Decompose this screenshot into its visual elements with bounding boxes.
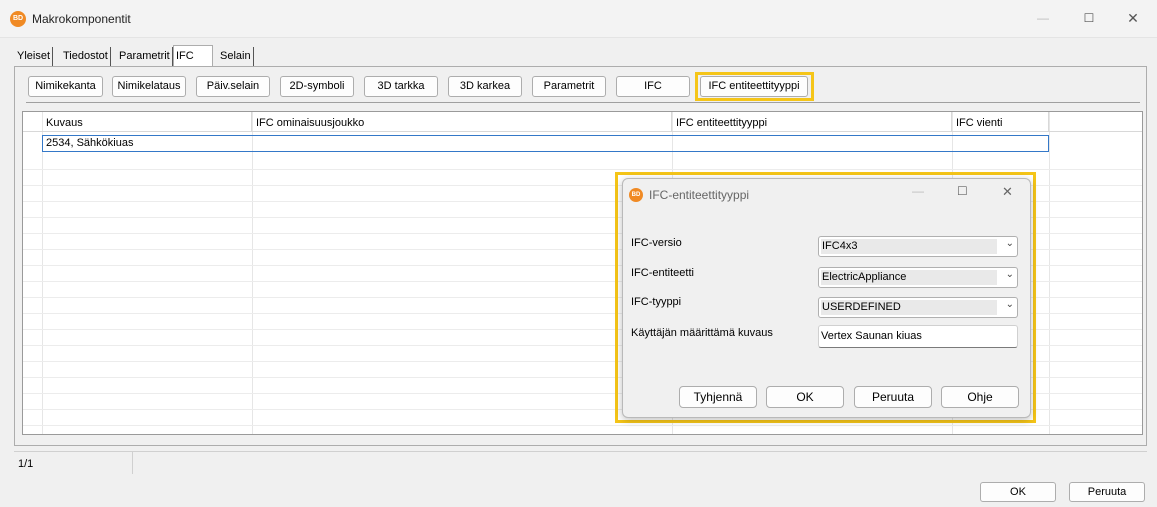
maximize-button[interactable]: ☐ [1066,0,1112,36]
tab-ifc[interactable]: IFC [173,45,213,66]
column-header-ifc-ominaisuusjoukko[interactable]: IFC ominaisuusjoukko [252,112,672,132]
help-button[interactable]: Ohje [941,386,1019,408]
chevron-down-icon: ⌄ [1005,269,1014,280]
cancel-button[interactable]: Peruuta [1069,482,1145,502]
ifc-type-label: IFC-tyyppi [631,296,682,308]
tab-selain[interactable]: Selain [218,47,254,66]
app-logo-icon: BD [10,11,26,27]
ifc-button[interactable]: IFC [616,76,690,97]
cell-ifc-vienti[interactable] [952,136,1048,151]
ifc-entity-label: IFC-entiteetti [631,267,694,279]
chevron-down-icon: ⌄ [1005,238,1014,249]
tab-parametrit[interactable]: Parametrit [117,47,173,66]
ifc-entity-value: ElectricAppliance [821,270,997,285]
column-header-kuvaus[interactable]: Kuvaus [42,112,252,132]
paiv-selain-button[interactable]: Päiv.selain [196,76,270,97]
page-indicator: 1/1 [18,458,34,470]
parametrit-button[interactable]: Parametrit [532,76,606,97]
dialog-ok-button[interactable]: OK [766,386,844,408]
column-header-ifc-entiteettityyppi[interactable]: IFC entiteettityyppi [672,112,952,132]
toolbar-separator [26,102,1140,103]
cell-ifc-ominaisuusjoukko[interactable] [252,136,672,151]
tab-yleiset[interactable]: Yleiset [15,47,54,66]
user-description-input[interactable]: Vertex Saunan kiuas [818,325,1018,348]
2d-symboli-button[interactable]: 2D-symboli [280,76,354,97]
ifc-type-value: USERDEFINED [821,300,997,315]
dialog-title: IFC-entiteettityyppi [649,188,750,202]
dialog-logo-icon: BD [629,188,643,202]
cell-kuvaus[interactable]: 2534, Sähkökiuas [43,136,252,151]
toolbar-highlight-frame [695,72,814,101]
window-title: Makrokomponentit [32,12,131,26]
status-bar: 1/1 [14,451,1147,474]
ifc-version-select[interactable]: IFC4x3 ⌄ [818,236,1018,257]
ifc-entity-select[interactable]: ElectricAppliance ⌄ [818,267,1018,288]
ok-button[interactable]: OK [980,482,1056,502]
table-row[interactable]: 2534, Sähkökiuas [42,135,1049,152]
ifc-entity-type-dialog: BD IFC-entiteettityyppi — ☐ ✕ IFC-versio… [622,178,1031,418]
clear-button[interactable]: Tyhjennä [679,386,757,408]
title-bar: BD Makrokomponentit — ☐ ✕ [0,0,1157,38]
3d-karkea-button[interactable]: 3D karkea [448,76,522,97]
dialog-maximize-button[interactable]: ☐ [957,184,968,198]
nimikelataus-button[interactable]: Nimikelataus [112,76,186,97]
minimize-button[interactable]: — [1020,0,1066,36]
3d-tarkka-button[interactable]: 3D tarkka [364,76,438,97]
ifc-version-value: IFC4x3 [821,239,997,254]
close-button[interactable]: ✕ [1110,0,1156,36]
grid-header: Kuvaus IFC ominaisuusjoukko IFC entiteet… [23,112,1142,132]
chevron-down-icon: ⌄ [1005,299,1014,310]
ifc-version-label: IFC-versio [631,237,682,249]
dialog-minimize-button[interactable]: — [912,184,924,198]
cell-ifc-entiteettityyppi[interactable] [672,136,952,151]
column-header-ifc-vienti[interactable]: IFC vienti [952,112,1049,132]
dialog-close-button[interactable]: ✕ [1002,184,1013,200]
nimikekanta-button[interactable]: Nimikekanta [28,76,103,97]
dialog-cancel-button[interactable]: Peruuta [854,386,932,408]
user-description-label: Käyttäjän määrittämä kuvaus [631,327,773,339]
ifc-type-select[interactable]: USERDEFINED ⌄ [818,297,1018,318]
tab-tiedostot[interactable]: Tiedostot [61,47,111,66]
